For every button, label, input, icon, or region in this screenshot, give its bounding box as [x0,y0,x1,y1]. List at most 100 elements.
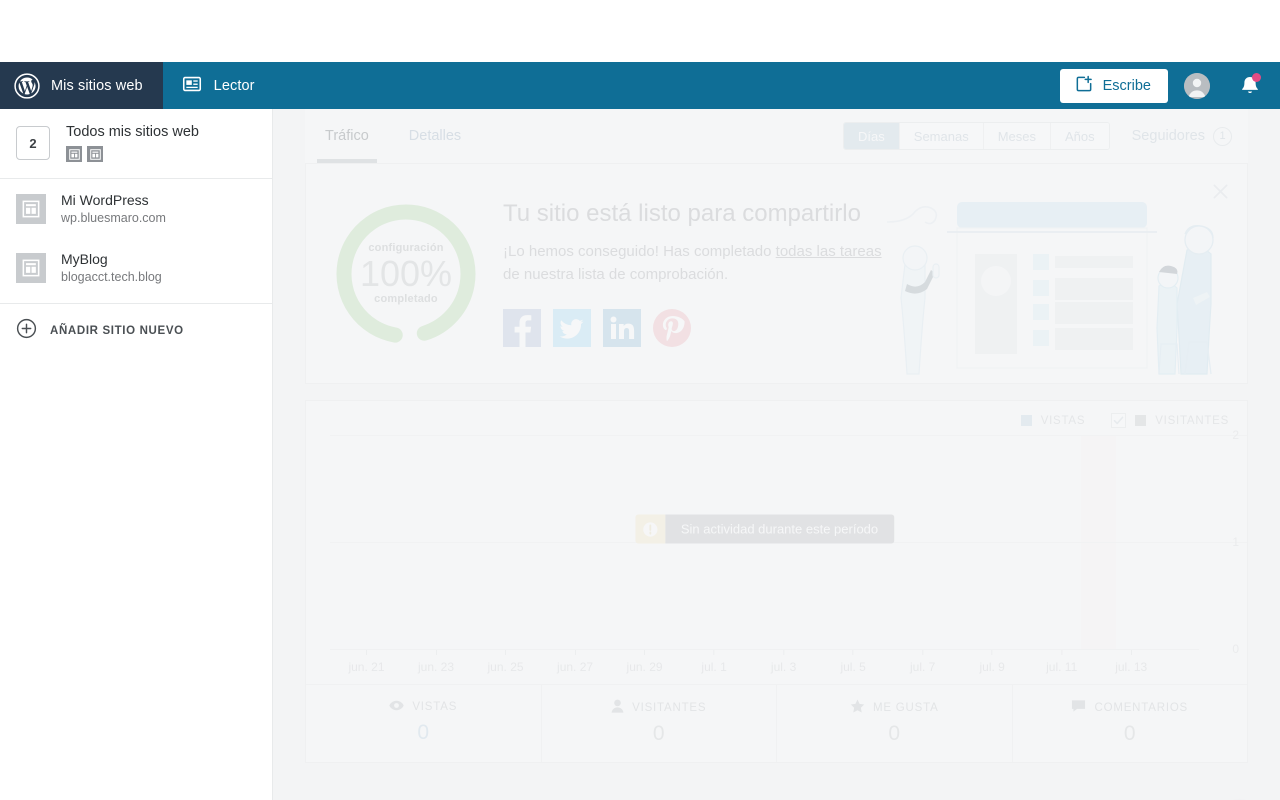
progress-ring-text: configuración 100% completado [331,199,481,349]
chart-plot-area: 2 1 0 Sin actividad durante este período [330,428,1247,656]
chart-xtick-label: jul. 5 [840,660,866,674]
stat-comentarios-label-row: COMENTARIOS [1013,699,1248,716]
avatar[interactable] [1184,72,1210,99]
site-ready-illustration [887,202,1214,375]
masthead-reader-label: Lector [213,77,255,94]
site-thumbnail-icon [16,252,46,283]
period-dias-label: Días [858,128,885,144]
legend-item-visitantes[interactable]: VISITANTES [1111,413,1229,428]
stat-me-gusta-value: 0 [888,722,901,745]
stat-visitantes-label-row: VISITANTES [542,699,777,716]
site-name: MyBlog [61,251,108,267]
stat-visitantes-label: VISITANTES [632,701,707,714]
setup-progress-ring: configuración 100% completado [331,199,481,349]
chart-xtick-label: jul. 3 [770,660,797,674]
period-semanas[interactable]: Semanas [899,123,984,149]
twitter-icon[interactable] [553,308,591,347]
add-new-site-button[interactable]: AÑADIR SITIO NUEVO [0,304,272,358]
masthead-my-sites[interactable]: Mis sitios web [0,62,163,109]
person-icon [611,699,624,716]
all-sites-count-badge: 2 [16,126,50,160]
banner-desc-after: de nuestra lista de comprobación. [503,265,729,283]
period-anos-label: Años [1065,128,1095,144]
stat-comentarios[interactable]: COMENTARIOS 0 [1013,685,1248,762]
legend-item-vistas[interactable]: VISTAS [1020,414,1086,427]
stat-visitantes[interactable]: VISITANTES 0 [542,685,777,762]
all-sites-thumbnails [66,146,199,162]
add-new-site-label: AÑADIR SITIO NUEVO [50,325,184,337]
chart-xtick-label: jun. 25 [487,660,524,674]
write-button[interactable]: Escribe [1059,68,1168,103]
sidebar-site-mi-wordpress[interactable]: Mi WordPress wp.bluesmaro.com [0,179,272,238]
chart-xtick: jul. 9 [979,650,1005,674]
stat-vistas-label-row: VISTAS [306,699,541,715]
avatar-icon [1184,72,1210,99]
followers-link[interactable]: Seguidores 1 [1132,126,1232,146]
pinterest-icon[interactable] [653,308,691,347]
site-thumbnail-icon [87,146,103,162]
site-thumbnail-icon [16,193,46,224]
plus-circle-icon [16,318,37,344]
stats-panel: Tráfico Detalles Días Semanas Meses Años [305,109,1248,763]
chart-xtick: jun. 23 [418,650,454,674]
stat-vistas[interactable]: VISTAS 0 [306,685,542,762]
site-thumbnail-icon [66,146,82,162]
linkedin-icon[interactable] [603,308,641,347]
social-share-row [503,308,883,347]
tab-detalles[interactable]: Detalles [389,109,481,163]
stat-comentarios-value: 0 [1123,722,1136,745]
tab-trafico[interactable]: Tráfico [305,109,389,163]
site-meta: MyBlog blogacct.tech.blog [61,251,162,284]
all-sites-text: Todos mis sitios web [66,124,199,162]
notifications-button[interactable] [1238,72,1262,99]
chart-xtick-label: jul. 7 [909,660,936,674]
chart-xtick: jun. 29 [627,650,663,674]
banner-desc-link[interactable]: todas las tareas [776,243,882,260]
facebook-icon[interactable] [503,308,541,347]
masthead-my-sites-label: Mis sitios web [51,77,143,94]
followers-count: 1 [1213,126,1232,146]
body-wrapper: 2 Todos mis sitios web Mi WordPress wp.b… [0,109,1280,800]
legend-label-vistas: VISTAS [1040,414,1086,427]
banner-description: ¡Lo hemos conseguido! Has completado tod… [503,241,883,285]
chart-xtick: jul. 3 [771,650,796,674]
chart-xtick-label: jul. 11 [1046,660,1078,674]
notification-dot [1252,72,1261,82]
sidebar-site-myblog[interactable]: MyBlog blogacct.tech.blog [0,238,272,297]
ring-bottom-label: completado [374,293,438,306]
write-button-label: Escribe [1102,77,1151,94]
warning-icon [634,514,665,544]
chart-xtick: jul. 11 [1046,650,1077,674]
chart-xtick: jun. 27 [557,650,593,674]
chart-xtick: jul. 13 [1115,650,1147,674]
stat-me-gusta[interactable]: ME GUSTA 0 [777,685,1013,762]
period-semanas-label: Semanas [913,128,969,144]
period-anos[interactable]: Años [1051,123,1109,149]
chart-xtick-label: jun. 29 [626,660,663,674]
sidebar-item-all-sites[interactable]: 2 Todos mis sitios web [0,109,272,179]
legend-label-visitantes: VISITANTES [1155,414,1229,427]
chart-xtick: jul. 7 [910,650,935,674]
masthead-actions: Escribe [1059,62,1280,109]
chart-x-axis: jun. 21 jun. 23 jun. 25 jun. 27 jun. 29 … [330,650,1199,684]
stats-summary-bar: VISTAS 0 VISITANTES 0 ME GUSTA 0 COMENTA… [306,684,1247,762]
masthead-reader[interactable]: Lector [163,62,273,109]
site-ready-banner: configuración 100% completado Tu sitio e… [305,164,1248,384]
period-meses[interactable]: Meses [983,123,1051,149]
stat-me-gusta-label-row: ME GUSTA [777,699,1012,716]
ring-top-label: configuración [368,241,444,254]
tab-trafico-label: Tráfico [325,128,369,144]
legend-checkbox-visitantes[interactable] [1111,413,1127,428]
reader-icon [181,73,203,99]
stat-visitantes-value: 0 [652,722,665,745]
chart-xtick-label: jun. 21 [348,660,385,674]
chart-ytick-2: 2 [1232,428,1239,442]
banner-desc-before: ¡Lo hemos conseguido! Has completado [503,243,776,261]
chart-xtick-label: jun. 27 [557,660,594,674]
chart-xtick-label: jul. 13 [1115,660,1148,674]
period-dias[interactable]: Días [844,123,900,149]
site-url: wp.bluesmaro.com [61,211,166,225]
no-activity-message: Sin actividad durante este período [664,514,895,544]
check-icon [1113,416,1124,425]
site-meta: Mi WordPress wp.bluesmaro.com [61,192,166,225]
